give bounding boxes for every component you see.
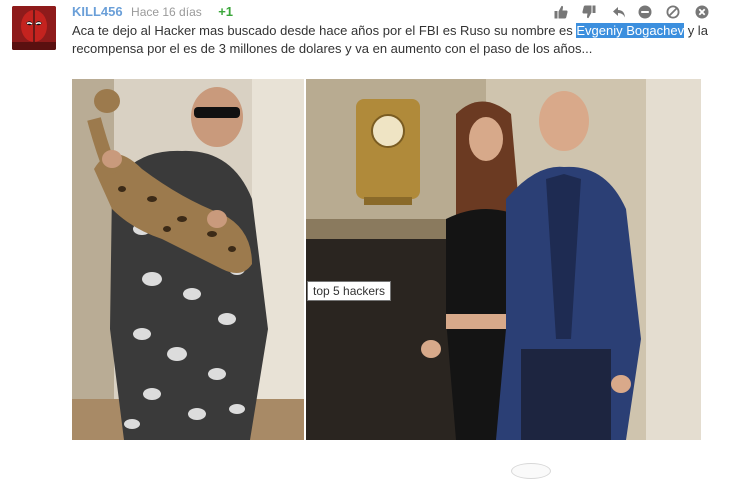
thumbs-down-icon[interactable] (580, 3, 598, 21)
vote-count: +1 (218, 4, 234, 19)
comment-text: Aca te dejo al Hacker mas buscado desde … (72, 22, 712, 58)
reply-icon[interactable] (610, 3, 628, 21)
comment: KILL456 Hace 16 días +1 Aca te dejo al H… (0, 0, 732, 479)
block-icon[interactable] (664, 3, 682, 21)
highlighted-name: Evgeniy Bogachev (576, 23, 685, 38)
thumbs-up-icon[interactable] (552, 3, 570, 21)
photo-man-with-cat[interactable] (72, 79, 304, 440)
image-tooltip: top 5 hackers (307, 281, 392, 301)
minus-circle-icon[interactable] (636, 3, 654, 21)
close-circle-icon[interactable] (693, 3, 711, 21)
photo-couple[interactable] (306, 79, 701, 440)
comment-header: KILL456 Hace 16 días +1 (72, 3, 233, 19)
scroll-hint (511, 463, 551, 479)
comment-text-start: Aca te dejo al Hacker mas buscado desde … (72, 23, 577, 38)
user-avatar[interactable] (12, 6, 56, 50)
timestamp: Hace 16 días (131, 5, 202, 19)
username-link[interactable]: KILL456 (72, 4, 123, 19)
